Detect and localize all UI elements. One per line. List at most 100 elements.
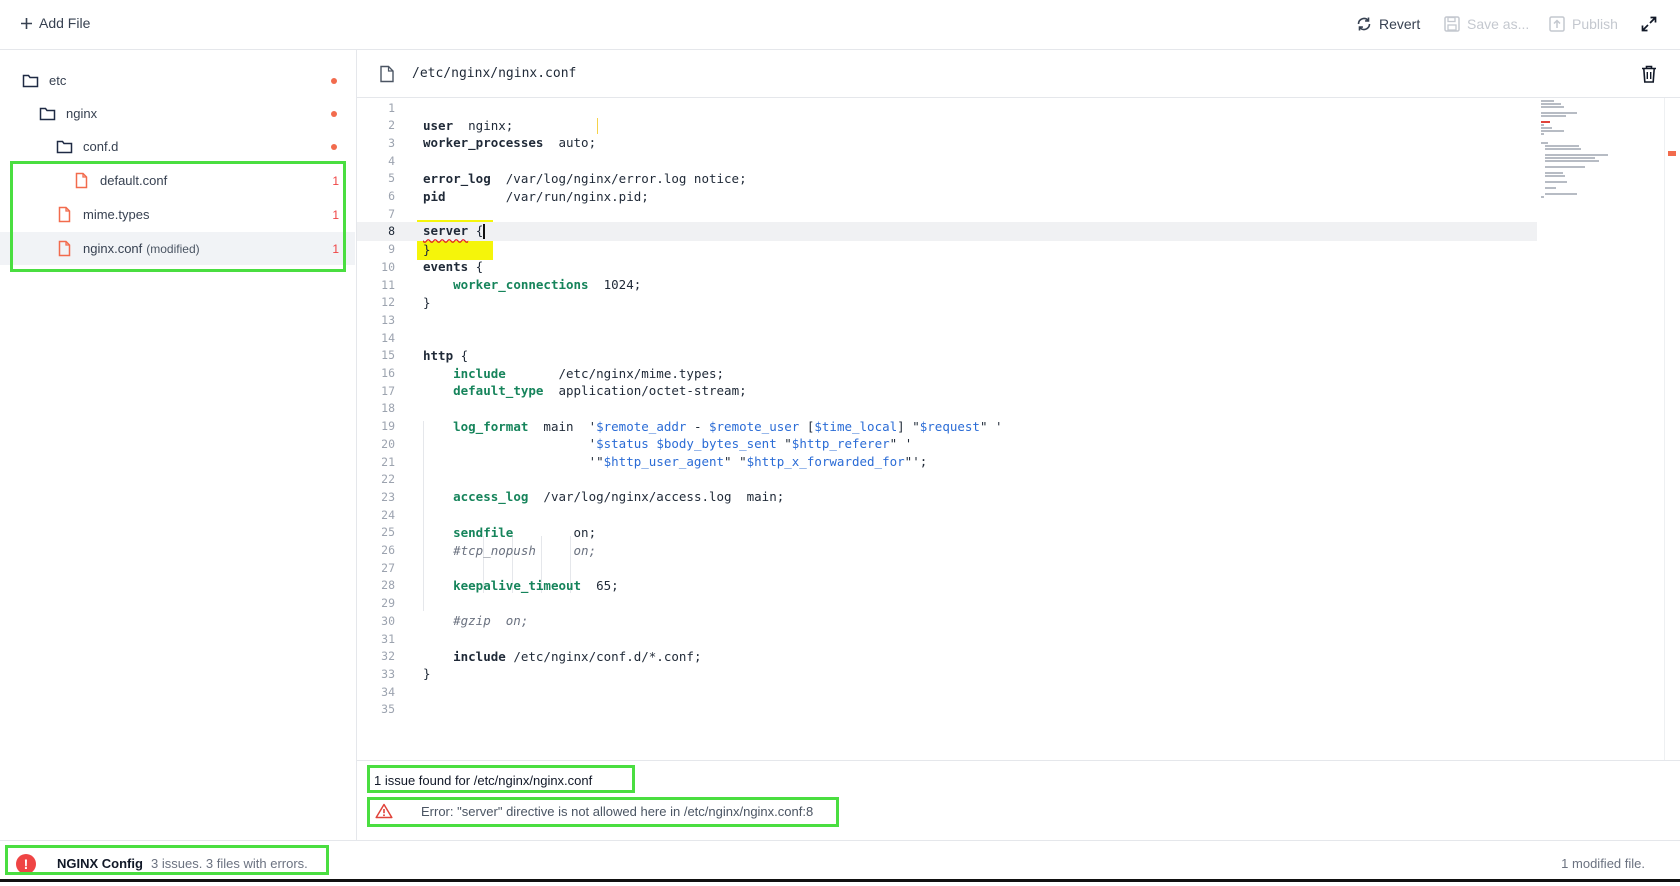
tree-label: nginx: [66, 106, 98, 121]
code-line[interactable]: 33}: [357, 664, 1537, 683]
code-line[interactable]: 32 include /etc/nginx/conf.d/*.conf;: [357, 647, 1537, 666]
line-text: include /etc/nginx/mime.types;: [453, 365, 725, 381]
code-line[interactable]: 16 include /etc/nginx/mime.types;: [357, 364, 1537, 383]
code-line[interactable]: 24: [357, 505, 1537, 524]
code-line[interactable]: 13: [357, 310, 1537, 329]
line-text: '$status $body_bytes_sent "$http_referer…: [423, 436, 913, 452]
minimap-line: [1545, 154, 1608, 156]
save-as-button[interactable]: Save as...: [1443, 15, 1529, 33]
code-line[interactable]: 6 pid /var/run/nginx.pid;: [357, 187, 1537, 206]
file-error-icon: [75, 172, 88, 189]
publish-button[interactable]: Publish: [1548, 15, 1618, 33]
tree-folder-nginx[interactable]: nginx: [0, 97, 355, 130]
line-number: 16: [381, 366, 395, 380]
code-line[interactable]: 17 default_type application/octet-stream…: [357, 381, 1537, 400]
code-line[interactable]: 10 events {: [357, 257, 1537, 276]
code-line[interactable]: 35: [357, 700, 1537, 719]
trash-icon[interactable]: [1640, 64, 1658, 84]
code-line[interactable]: 22: [357, 470, 1537, 489]
line-text: }: [423, 666, 431, 682]
tree-folder-conf-d[interactable]: conf.d: [0, 130, 355, 163]
line-number: 5: [388, 171, 395, 186]
line-number: 24: [381, 507, 395, 522]
code-line[interactable]: 29: [357, 594, 1537, 613]
code-line[interactable]: 21 '"$http_user_agent" "$http_x_forwarde…: [357, 452, 1537, 471]
line-text: include /etc/nginx/conf.d/*.conf;: [453, 648, 702, 664]
code-line[interactable]: 18: [357, 399, 1537, 418]
line-text: worker_processes auto;: [423, 135, 597, 151]
publish-label: Publish: [1572, 16, 1618, 32]
line-number: 21: [381, 454, 395, 469]
editor-scrollbar[interactable]: [1664, 98, 1678, 760]
line-number: 7: [388, 206, 395, 221]
code-line[interactable]: 26 #tcp_nopush on;: [357, 541, 1537, 560]
revert-button[interactable]: Revert: [1355, 15, 1420, 33]
changes-dot: [331, 77, 337, 84]
issue-message: Error: "server" directive is not allowed…: [421, 803, 814, 819]
minimap-line: [1545, 172, 1563, 174]
tree-file-default-conf[interactable]: default.conf 1: [0, 164, 355, 197]
code-line[interactable]: 30 #gzip on;: [357, 611, 1537, 630]
issues-summary[interactable]: 3 issues. 3 files with errors.: [151, 856, 308, 871]
line-number: 35: [381, 702, 395, 717]
add-file-button[interactable]: Add File: [20, 15, 90, 31]
revert-icon: [1357, 17, 1371, 31]
line-number: 29: [381, 596, 395, 611]
line-text: #gzip on;: [423, 613, 529, 629]
code-line[interactable]: 27: [357, 558, 1537, 577]
minimap-line: [1541, 196, 1544, 198]
minimap-line: [1541, 115, 1567, 117]
line-number: 18: [381, 401, 395, 416]
code-line[interactable]: 23 access_log /var/log/nginx/access.log …: [357, 487, 1537, 506]
save-as-label: Save as...: [1467, 16, 1530, 32]
code-editor[interactable]: 1 2 user nginx; 3 worker_processes auto; 4 5 er…: [357, 98, 1537, 760]
minimap-line: [1541, 127, 1552, 129]
line-text: log_format main '$remote_addr - $remote_…: [453, 418, 1003, 434]
minimap-line: [1541, 121, 1550, 123]
line-number: 33: [381, 666, 395, 681]
editor-header: /etc/nginx/nginx.conf: [357, 50, 1680, 98]
code-line[interactable]: 5 error_log /var/log/nginx/error.log noti…: [357, 169, 1537, 188]
tree-file-mime-types[interactable]: mime.types 1: [0, 198, 355, 231]
line-number: 17: [381, 383, 395, 398]
code-line[interactable]: 15 http {: [357, 346, 1537, 365]
line-text: error_log /var/log/nginx/error.log notic…: [423, 170, 747, 186]
code-line[interactable]: 20 '$status $body_bytes_sent "$http_refe…: [357, 434, 1537, 453]
code-line[interactable]: 7: [357, 204, 1537, 223]
code-line[interactable]: 9}: [357, 240, 1537, 259]
line-number: 10: [381, 259, 395, 274]
folder-icon: [56, 140, 73, 154]
code-line[interactable]: 8 server {: [357, 221, 1537, 241]
code-line[interactable]: 12}: [357, 293, 1537, 312]
line-text: default_type application/octet-stream;: [453, 383, 747, 399]
code-line[interactable]: 11 worker_connections 1024;: [357, 275, 1537, 294]
code-line[interactable]: 1: [357, 98, 1537, 117]
code-line[interactable]: 31: [357, 629, 1537, 648]
file-path: /etc/nginx/nginx.conf: [412, 66, 577, 81]
code-line[interactable]: 19 log_format main '$remote_addr - $remo…: [357, 417, 1537, 436]
folder-icon: [39, 107, 56, 121]
plus-icon: [21, 17, 32, 29]
minimap[interactable]: [1537, 98, 1663, 208]
code-line[interactable]: 4: [357, 151, 1537, 170]
line-number: 4: [388, 153, 395, 168]
tree-file-nginx-conf[interactable]: nginx.conf (modified) 1: [0, 232, 355, 265]
expand-icon[interactable]: [1640, 15, 1658, 33]
issue-item[interactable]: Error: "server" directive is not allowed…: [374, 803, 813, 819]
window-bottom-edge: [0, 879, 1680, 882]
code-line[interactable]: 2 user nginx;: [357, 116, 1537, 135]
tree-label: etc: [49, 73, 67, 88]
line-number: 15: [381, 348, 395, 363]
code-line[interactable]: 34: [357, 682, 1537, 701]
tree-folder-etc[interactable]: etc: [0, 64, 355, 97]
line-number: 26: [381, 543, 395, 557]
code-line[interactable]: 25 sendfile on;: [357, 523, 1537, 542]
tree-label: nginx.conf: [83, 241, 143, 256]
code-line[interactable]: 28 keepalive_timeout 65;: [357, 576, 1537, 595]
modified-tag: (modified): [146, 241, 200, 256]
line-text: access_log /var/log/nginx/access.log mai…: [453, 489, 785, 505]
problems-panel: 1 issue found for /etc/nginx/nginx.conf …: [357, 760, 1680, 840]
code-line[interactable]: 14: [357, 328, 1537, 347]
code-line[interactable]: 3 worker_processes auto;: [357, 133, 1537, 152]
minimap-line: [1541, 133, 1544, 135]
